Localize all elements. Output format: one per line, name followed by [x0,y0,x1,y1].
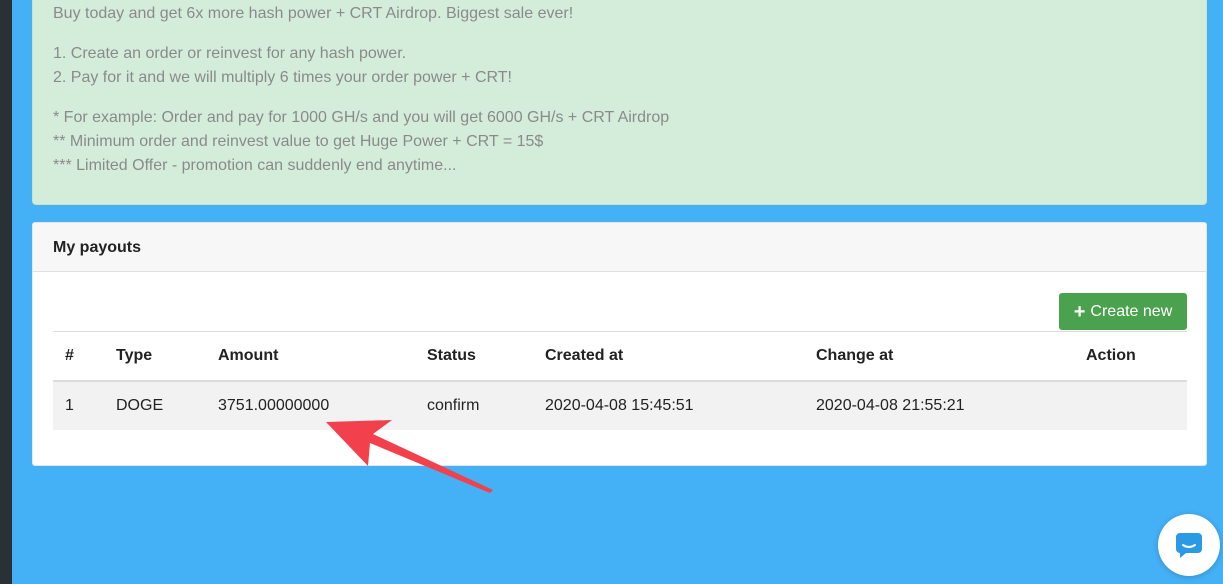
payouts-title: My payouts [53,239,142,256]
column-header-created-at: Created at [533,331,804,382]
cell-created-at: 2020-04-08 15:45:51 [533,381,804,430]
cell-change-at: 2020-04-08 21:55:21 [804,381,1074,430]
promo-note-3: *** Limited Offer - promotion can sudden… [53,157,457,174]
create-new-label: Create new [1090,302,1173,320]
cell-action [1074,381,1187,430]
promo-alert: Buy today and get 6x more hash power + C… [32,0,1207,205]
cell-number: 1 [53,381,104,430]
chat-bubble-icon [1176,533,1202,558]
payouts-table-wrapper: # Type Amount Status Created at Change a… [53,331,1187,430]
create-new-button[interactable]: + Create new [1059,293,1187,330]
promo-step-1: 1. Create an order or reinvest for any h… [53,45,407,62]
plus-icon: + [1073,300,1086,323]
column-header-change-at: Change at [804,331,1074,382]
cell-status: confirm [415,381,533,430]
payouts-card: My payouts + Create new # Type Amount St [32,222,1207,466]
cell-type: DOGE [104,381,206,430]
column-header-amount: Amount [206,331,415,382]
promo-headline: Buy today and get 6x more hash power + C… [53,5,574,22]
cell-amount: 3751.00000000 [206,381,415,430]
table-header-row: # Type Amount Status Created at Change a… [53,331,1187,382]
column-header-type: Type [104,331,206,382]
promo-note-2: ** Minimum order and reinvest value to g… [53,133,544,150]
column-header-status: Status [415,331,533,382]
payouts-table: # Type Amount Status Created at Change a… [53,331,1187,430]
chat-widget-button[interactable] [1158,514,1220,576]
column-header-action: Action [1074,331,1187,382]
payouts-card-header: My payouts [33,223,1206,272]
table-row: 1 DOGE 3751.00000000 confirm 2020-04-08 … [53,381,1187,430]
promo-note-1: * For example: Order and pay for 1000 GH… [53,109,670,126]
promo-step-2: 2. Pay for it and we will multiply 6 tim… [53,69,512,86]
left-sidebar-strip [0,0,12,584]
column-header-number: # [53,331,104,382]
